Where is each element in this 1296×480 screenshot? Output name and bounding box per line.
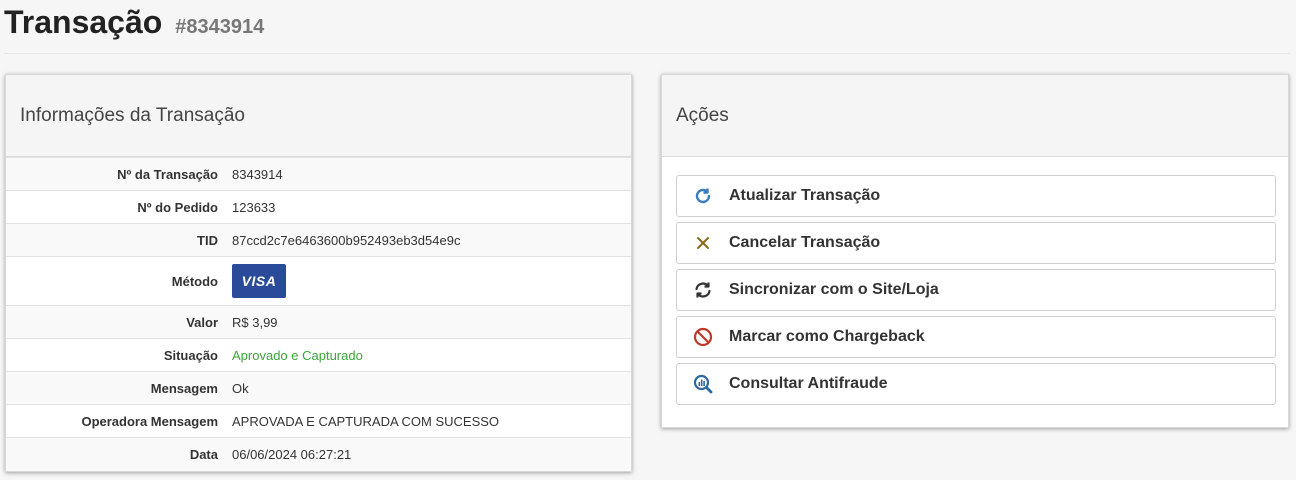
visa-logo: VISA [232, 264, 286, 298]
close-icon [691, 232, 715, 254]
actions-panel: Ações Atualizar Transação Cancelar Trans… [661, 74, 1289, 428]
table-row: Método VISA [6, 256, 631, 306]
sync-icon [691, 279, 715, 301]
status-value: Aprovado e Capturado [232, 347, 363, 363]
table-row: Data 06/06/2024 06:27:21 [6, 437, 631, 471]
row-value: 06/06/2024 06:27:21 [232, 446, 352, 462]
row-label: Método [171, 273, 218, 289]
chargeback-button[interactable]: Marcar como Chargeback [676, 316, 1276, 358]
row-value: 87ccd2c7e6463600b952493eb3d54e9c [232, 232, 461, 248]
table-row: Valor R$ 3,99 [6, 305, 631, 339]
cancel-transaction-button[interactable]: Cancelar Transação [676, 222, 1276, 264]
transaction-info-table: Nº da Transação 8343914 Nº do Pedido 123… [6, 157, 631, 471]
table-row: Situação Aprovado e Capturado [6, 338, 631, 372]
transaction-id-label: #8343914 [175, 16, 265, 38]
row-label: Nº do Pedido [137, 199, 218, 215]
actions-panel-title: Ações [662, 75, 1288, 157]
page-title: Transação #8343914 [4, 2, 264, 47]
refresh-icon [691, 185, 715, 207]
row-value: 123633 [232, 199, 276, 215]
row-label: Mensagem [150, 380, 218, 396]
button-label: Consultar Antifraude [729, 375, 888, 392]
row-label: Data [189, 446, 218, 462]
row-label: Valor [186, 314, 218, 330]
table-row: Nº do Pedido 123633 [6, 190, 631, 224]
row-label: Operadora Mensagem [81, 413, 218, 429]
page-title-text: Transação [4, 4, 163, 40]
transaction-info-panel: Informações da Transação Nº da Transação… [5, 74, 632, 472]
row-label: TID [197, 232, 218, 248]
row-value: APROVADA E CAPTURADA COM SUCESSO [232, 413, 500, 429]
button-label: Sincronizar com o Site/Loja [729, 281, 939, 298]
row-value: 8343914 [232, 166, 283, 182]
info-panel-title: Informações da Transação [6, 75, 631, 157]
table-row: Mensagem Ok [6, 371, 631, 405]
row-value: Ok [232, 380, 249, 396]
table-row: TID 87ccd2c7e6463600b952493eb3d54e9c [6, 223, 631, 257]
sync-store-button[interactable]: Sincronizar com o Site/Loja [676, 269, 1276, 311]
row-value: R$ 3,99 [232, 314, 278, 330]
row-label: Nº da Transação [117, 166, 218, 182]
row-label: Situação [163, 347, 218, 363]
ban-icon [691, 326, 715, 348]
button-label: Cancelar Transação [729, 234, 881, 251]
antifraud-button[interactable]: Consultar Antifraude [676, 363, 1276, 405]
button-label: Atualizar Transação [729, 187, 881, 204]
button-label: Marcar como Chargeback [729, 328, 925, 345]
page-header: Transação #8343914 [4, 0, 1290, 54]
table-row: Operadora Mensagem APROVADA E CAPTURADA … [6, 404, 631, 438]
actions-list: Atualizar Transação Cancelar Transação S… [662, 157, 1288, 405]
search-chart-icon [691, 373, 715, 395]
row-value: VISA [226, 257, 631, 306]
table-row: Nº da Transação 8343914 [6, 157, 631, 191]
refresh-transaction-button[interactable]: Atualizar Transação [676, 175, 1276, 217]
